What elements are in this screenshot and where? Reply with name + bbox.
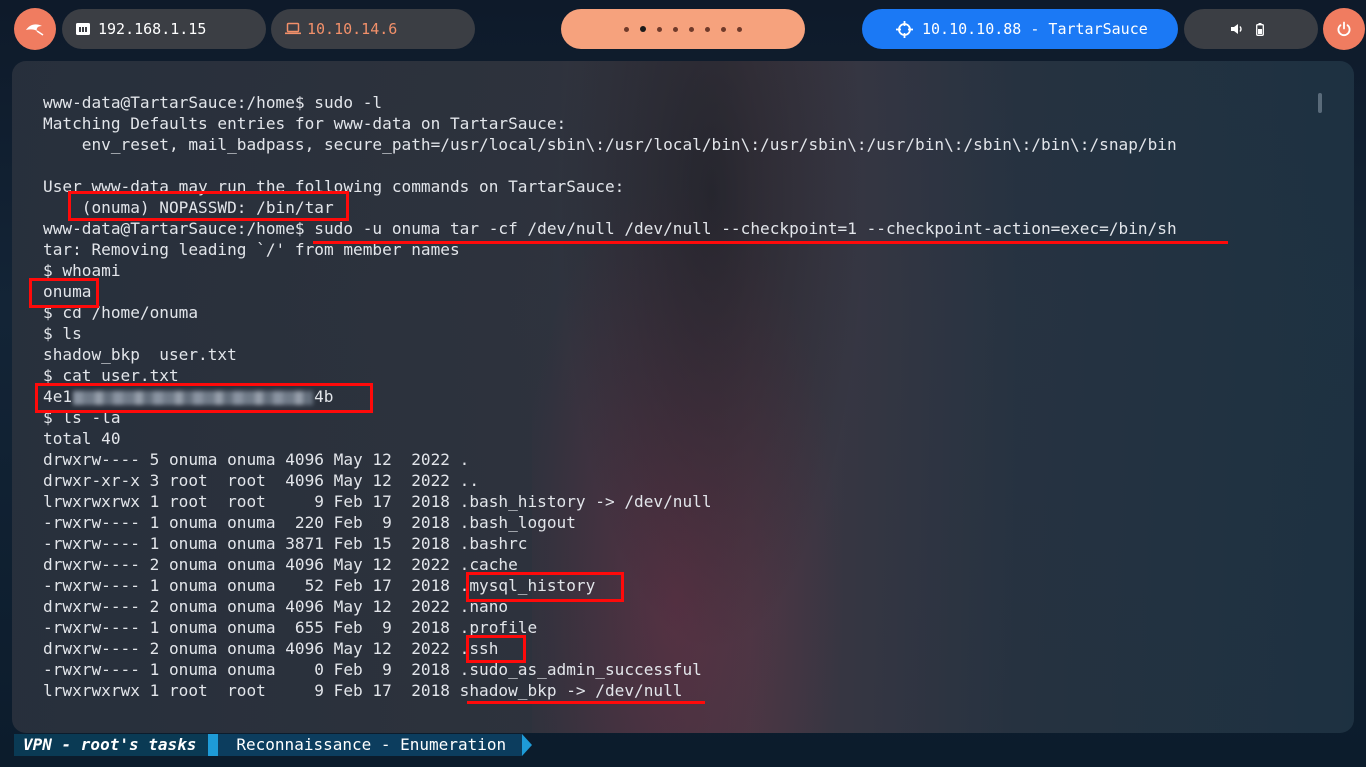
local-ip-text: 192.168.1.15 — [98, 20, 207, 38]
session-label[interactable]: VPN - root's tasks — [14, 734, 219, 756]
terminal-line: shadow_bkp user.txt — [43, 345, 237, 364]
terminal-line: onuma — [43, 282, 92, 301]
highlight-whoami-result — [29, 278, 99, 308]
terminal-line: $ ls — [43, 324, 82, 343]
window-label[interactable]: Reconnaissance - Enumeration — [208, 734, 532, 756]
terminal-line: drwxrw---- 5 onuma onuma 4096 May 12 202… — [43, 450, 470, 469]
power-button[interactable] — [1323, 8, 1365, 50]
tmux-status-bar: VPN - root's tasks Reconnaissance - Enum… — [14, 734, 532, 756]
terminal-line: $ whoami — [43, 261, 121, 280]
laptop-icon — [285, 22, 301, 35]
highlight-user-flag — [35, 383, 373, 413]
workspace-dot[interactable] — [673, 26, 678, 32]
terminal-line: www-data@TartarSauce:/home$ sudo -u onum… — [43, 219, 1177, 238]
terminal-line: -rwxrw---- 1 onuma onuma 3871 Feb 15 201… — [43, 534, 528, 553]
target-widget[interactable]: 10.10.10.88 - TartarSauce — [862, 9, 1178, 49]
terminal-line: drwxr-xr-x 3 root root 4096 May 12 2022 … — [43, 471, 480, 490]
terminal-line: drwxrw---- 2 onuma onuma 4096 May 12 202… — [43, 639, 499, 658]
top-bar: 192.168.1.15 10.10.14.6 10.10.10.88 - Ta… — [0, 0, 1366, 58]
terminal-line: total 40 — [43, 429, 121, 448]
target-text: 10.10.10.88 - TartarSauce — [922, 20, 1148, 38]
local-ip-widget[interactable]: 192.168.1.15 — [62, 9, 266, 49]
highlight-sudo-rule — [68, 191, 349, 221]
terminal-line: -rwxrw---- 1 onuma onuma 220 Feb 9 2018 … — [43, 513, 576, 532]
workspace-dot-active[interactable] — [640, 26, 646, 32]
workspace-dot[interactable] — [705, 26, 710, 32]
crosshair-icon — [896, 21, 913, 38]
terminal-line: $ cd /home/onuma — [43, 303, 199, 322]
terminal-line: lrwxrwxrwx 1 root root 9 Feb 17 2018 sha… — [43, 681, 683, 700]
power-icon — [1337, 21, 1351, 36]
terminal-line: Matching Defaults entries for www-data o… — [43, 114, 567, 133]
underline-shadow-bkp — [467, 701, 705, 704]
vpn-ip-widget[interactable]: 10.10.14.6 — [271, 9, 475, 49]
workspace-dot[interactable] — [624, 26, 629, 32]
terminal-line: -rwxrw---- 1 onuma onuma 0 Feb 9 2018 .s… — [43, 660, 702, 679]
dragon-icon — [26, 24, 44, 36]
workspace-dot[interactable] — [721, 26, 726, 32]
battery-icon[interactable] — [1256, 22, 1264, 36]
underline-exploit-command — [313, 241, 1228, 244]
terminal-window[interactable]: www-data@TartarSauce:/home$ sudo -l Matc… — [12, 61, 1354, 733]
highlight-ssh-dir — [466, 635, 526, 663]
terminal-line: lrwxrwxrwx 1 root root 9 Feb 17 2018 .ba… — [43, 492, 712, 511]
highlight-mysql-history — [466, 572, 624, 602]
workspace-switcher[interactable] — [561, 9, 805, 49]
workspace-dot[interactable] — [657, 26, 662, 32]
terminal-line: -rwxrw---- 1 onuma onuma 655 Feb 9 2018 … — [43, 618, 538, 637]
kali-menu-button[interactable] — [14, 8, 56, 50]
volume-icon[interactable] — [1230, 23, 1244, 35]
terminal-line: env_reset, mail_badpass, secure_path=/us… — [43, 135, 1177, 154]
scrollbar[interactable] — [1318, 93, 1322, 113]
terminal-line: www-data@TartarSauce:/home$ sudo -l — [43, 93, 383, 112]
workspace-dot[interactable] — [737, 26, 742, 32]
workspace-dot[interactable] — [689, 26, 694, 32]
system-tray[interactable] — [1184, 9, 1318, 49]
ethernet-icon — [76, 23, 90, 35]
vpn-ip-text: 10.10.14.6 — [307, 20, 398, 38]
